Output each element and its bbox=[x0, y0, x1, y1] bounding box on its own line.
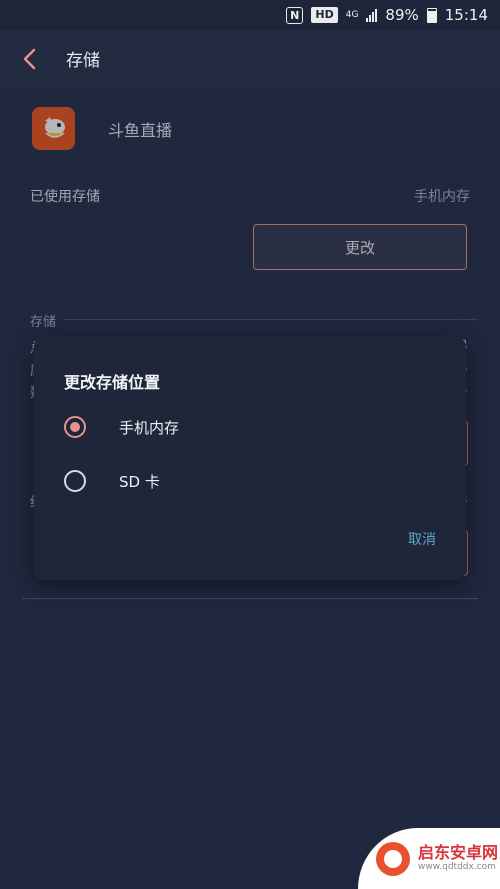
cancel-button[interactable]: 取消 bbox=[408, 529, 436, 549]
option-phone-storage[interactable]: 手机内存 bbox=[64, 407, 444, 447]
option-sd-card[interactable]: SD 卡 bbox=[64, 461, 444, 501]
watermark-url: www.qdtddx.com bbox=[418, 862, 496, 872]
nfc-icon: N bbox=[286, 6, 304, 24]
radio-selected-icon[interactable] bbox=[64, 416, 86, 438]
battery-icon bbox=[426, 7, 437, 23]
top-app-bar: 存储 bbox=[0, 30, 500, 87]
back-button[interactable] bbox=[0, 30, 60, 87]
network-type-icon: 4G bbox=[345, 9, 359, 20]
option-label: 手机内存 bbox=[119, 418, 180, 437]
back-arrow-icon bbox=[23, 48, 36, 69]
change-storage-dialog: 更改存储位置 手机内存 SD 卡 取消 bbox=[34, 337, 466, 580]
page-title: 存储 bbox=[66, 51, 100, 71]
watermark-text: 启东安卓网 bbox=[418, 843, 499, 862]
dialog-title: 更改存储位置 bbox=[64, 373, 161, 392]
clock: 15:14 bbox=[444, 6, 488, 24]
hd-icon: HD bbox=[311, 7, 338, 23]
option-label: SD 卡 bbox=[119, 472, 160, 491]
signal-icon bbox=[366, 8, 378, 22]
status-bar: N HD 4G 89% 15:14 bbox=[0, 0, 500, 30]
battery-percent: 89% bbox=[385, 6, 419, 24]
radio-unselected-icon[interactable] bbox=[64, 470, 86, 492]
watermark-logo bbox=[376, 841, 410, 876]
